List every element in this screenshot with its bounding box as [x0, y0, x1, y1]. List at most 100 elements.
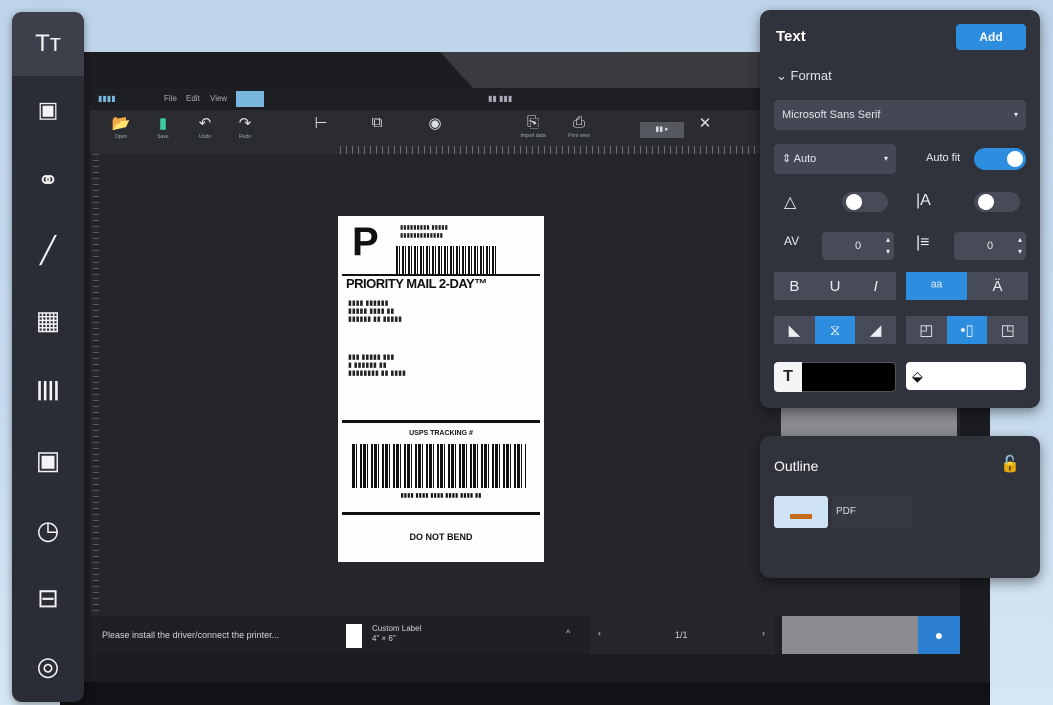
- lowercase-button[interactable]: ᵃᵃ: [906, 272, 967, 300]
- undo-button[interactable]: ↶ Undo: [190, 114, 220, 150]
- status-message[interactable]: Please install the driver/connect the pr…: [102, 630, 279, 640]
- outline-thumbnail[interactable]: [774, 496, 828, 528]
- expand-up-icon[interactable]: ^: [566, 628, 570, 638]
- font-size-arrows-icon: ⇕: [782, 153, 794, 165]
- align-left-icon[interactable]: ◣: [774, 316, 815, 344]
- zoom-fit-button[interactable]: ●: [918, 616, 960, 654]
- camera-tool-button[interactable]: ◎: [12, 634, 84, 698]
- dropdown-arrow-icon: ▾: [1013, 110, 1018, 119]
- table-tool-button[interactable]: ▦: [12, 288, 84, 352]
- counter-icon: ⊟: [37, 582, 59, 613]
- zoom-slider[interactable]: [782, 616, 918, 654]
- zoom-select[interactable]: ▮▮ ▸: [640, 122, 684, 138]
- document-thumbnail[interactable]: [346, 624, 362, 648]
- font-name: Microsoft Sans Serif: [782, 109, 881, 121]
- clock-icon: ◷: [36, 514, 60, 545]
- paint-bucket-icon: ⬙: [912, 368, 923, 384]
- open-button[interactable]: 📂 Open: [106, 114, 136, 150]
- tracking-title[interactable]: USPS TRACKING #: [338, 430, 544, 437]
- menu-active-item[interactable]: [236, 91, 264, 107]
- align-button[interactable]: ⊢: [306, 114, 336, 150]
- menu-view[interactable]: View: [210, 94, 227, 103]
- text-style-group: B U I: [774, 272, 896, 300]
- align-top-icon[interactable]: ◰: [906, 316, 947, 344]
- format-section-toggle[interactable]: ⌄ Format: [776, 68, 832, 84]
- datetime-tool-button[interactable]: ◷: [12, 498, 84, 562]
- table-icon: ▦: [35, 304, 61, 335]
- align-middle-icon[interactable]: •▯: [946, 316, 988, 344]
- document-size: 4" × 6": [372, 634, 396, 643]
- text-direction-toggle[interactable]: [974, 192, 1020, 212]
- status-bar: Please install the driver/connect the pr…: [90, 616, 960, 654]
- barcode-tool-button[interactable]: ||||: [12, 358, 84, 422]
- outline-panel: Outline 🔓 PDF: [760, 436, 1040, 578]
- tracking-barcode[interactable]: [352, 444, 526, 488]
- open-folder-icon: 📂: [111, 115, 131, 132]
- font-family-select[interactable]: Microsoft Sans Serif ▾: [774, 100, 1026, 130]
- layer-button[interactable]: ◉: [420, 114, 450, 150]
- add-text-button[interactable]: Add: [956, 24, 1026, 50]
- label-footer[interactable]: DO NOT BEND: [338, 532, 544, 542]
- outline-title: Outline: [774, 458, 819, 474]
- prev-page-button[interactable]: ‹: [598, 628, 601, 638]
- triangle-icon: △: [784, 194, 797, 211]
- bold-button[interactable]: B: [774, 272, 815, 300]
- orientation-toggle[interactable]: [842, 192, 888, 212]
- import-data-button[interactable]: ⎘ Import data: [516, 114, 550, 150]
- text-icon: Tт: [35, 30, 61, 57]
- autofit-toggle[interactable]: [974, 148, 1026, 170]
- barcode-icon: ||||: [36, 378, 60, 401]
- from-address[interactable]: ▮▮▮▮ ▮▮▮▮▮▮ ▮▮▮▮▮ ▮▮▮▮ ▮▮ ▮▮▮▮▮▮ ▮▮ ▮▮▮▮…: [348, 300, 402, 324]
- shape-tool-button[interactable]: ⚭: [12, 148, 84, 212]
- arrange-icon: ⧉: [371, 114, 383, 131]
- layer-icon: ◉: [428, 115, 442, 132]
- line-spacing-icon: |≡: [916, 234, 930, 251]
- service-name[interactable]: PRIORITY MAIL 2-DAY™: [346, 276, 487, 291]
- menu-file[interactable]: File: [164, 94, 177, 103]
- redo-button[interactable]: ↷ Redo: [230, 114, 260, 150]
- shipping-label[interactable]: P ▮▮▮▮▮▮▮▮▮ ▮▮▮▮▮ ▮▮▮▮▮▮▮▮▮▮▮▮▮ PRIORITY…: [338, 216, 544, 562]
- fill-color-picker[interactable]: ⬙: [906, 362, 1026, 390]
- image-tool-button[interactable]: ▣: [12, 78, 84, 142]
- print-label: Print view: [568, 133, 590, 139]
- save-label: Save: [157, 134, 169, 140]
- document-info[interactable]: Custom Label 4" × 6": [372, 624, 421, 644]
- serial-tool-button[interactable]: ⊟: [12, 566, 84, 630]
- font-size-value: Auto: [793, 153, 817, 165]
- line-spacing-stepper[interactable]: 0 ▴ ▾: [954, 232, 1026, 260]
- tracking-number[interactable]: ▮▮▮▮ ▮▮▮▮ ▮▮▮▮ ▮▮▮▮ ▮▮▮▮ ▮▮: [338, 492, 544, 499]
- to-address[interactable]: ▮▮▮ ▮▮▮▮▮ ▮▮▮ ▮ ▮▮▮▮▮▮ ▮▮ ▮▮▮▮▮▮▮▮ ▮▮ ▮▮…: [348, 354, 406, 378]
- import-label: Import data: [520, 133, 546, 139]
- postage-barcode[interactable]: [396, 246, 496, 274]
- font-size-select[interactable]: ⇕ Auto ▾: [774, 144, 896, 174]
- line-icon: ╱: [40, 234, 56, 265]
- line-tool-button[interactable]: ╱: [12, 218, 84, 282]
- underline-button[interactable]: U: [815, 272, 856, 300]
- label-postage-text: ▮▮▮▮▮▮▮▮▮ ▮▮▮▮▮ ▮▮▮▮▮▮▮▮▮▮▮▮▮: [400, 225, 448, 239]
- outline-item-name[interactable]: PDF: [836, 506, 856, 517]
- save-button[interactable]: ▮ Save: [148, 114, 178, 150]
- next-page-button[interactable]: ›: [762, 628, 765, 638]
- italic-button[interactable]: I: [855, 272, 896, 300]
- autofit-label: Auto fit: [926, 152, 961, 164]
- qrcode-icon: ▣: [35, 444, 61, 475]
- align-right-icon[interactable]: ◢: [855, 316, 896, 344]
- qrcode-tool-button[interactable]: ▣: [12, 428, 84, 492]
- letter-spacing-icon: AV: [784, 234, 800, 248]
- print-view-button[interactable]: ⎙ Print view: [564, 114, 594, 150]
- align-bottom-icon[interactable]: ◳: [987, 316, 1028, 344]
- tool-rail: Tт ▣ ⚭ ╱ ▦ |||| ▣ ◷ ⊟ ◎: [12, 12, 84, 702]
- align-icon: ⊢: [314, 115, 328, 132]
- text-tool-button[interactable]: Tт: [12, 12, 84, 76]
- panel-title: Text: [776, 28, 806, 45]
- close-icon[interactable]: ✕: [690, 114, 720, 150]
- menu-edit[interactable]: Edit: [186, 94, 200, 103]
- unlock-icon[interactable]: 🔓: [1000, 454, 1020, 474]
- uppercase-button[interactable]: Ä: [967, 272, 1028, 300]
- align-center-icon[interactable]: ⧖: [814, 316, 856, 344]
- arrange-button[interactable]: ⧉: [362, 114, 392, 150]
- vertical-align-group: ◰ •▯ ◳: [906, 316, 1028, 344]
- service-letter[interactable]: P: [352, 220, 379, 265]
- letter-spacing-stepper[interactable]: 0 ▴ ▾: [822, 232, 894, 260]
- text-properties-panel: Text Add ⌄ Format Microsoft Sans Serif ▾ …: [760, 10, 1040, 408]
